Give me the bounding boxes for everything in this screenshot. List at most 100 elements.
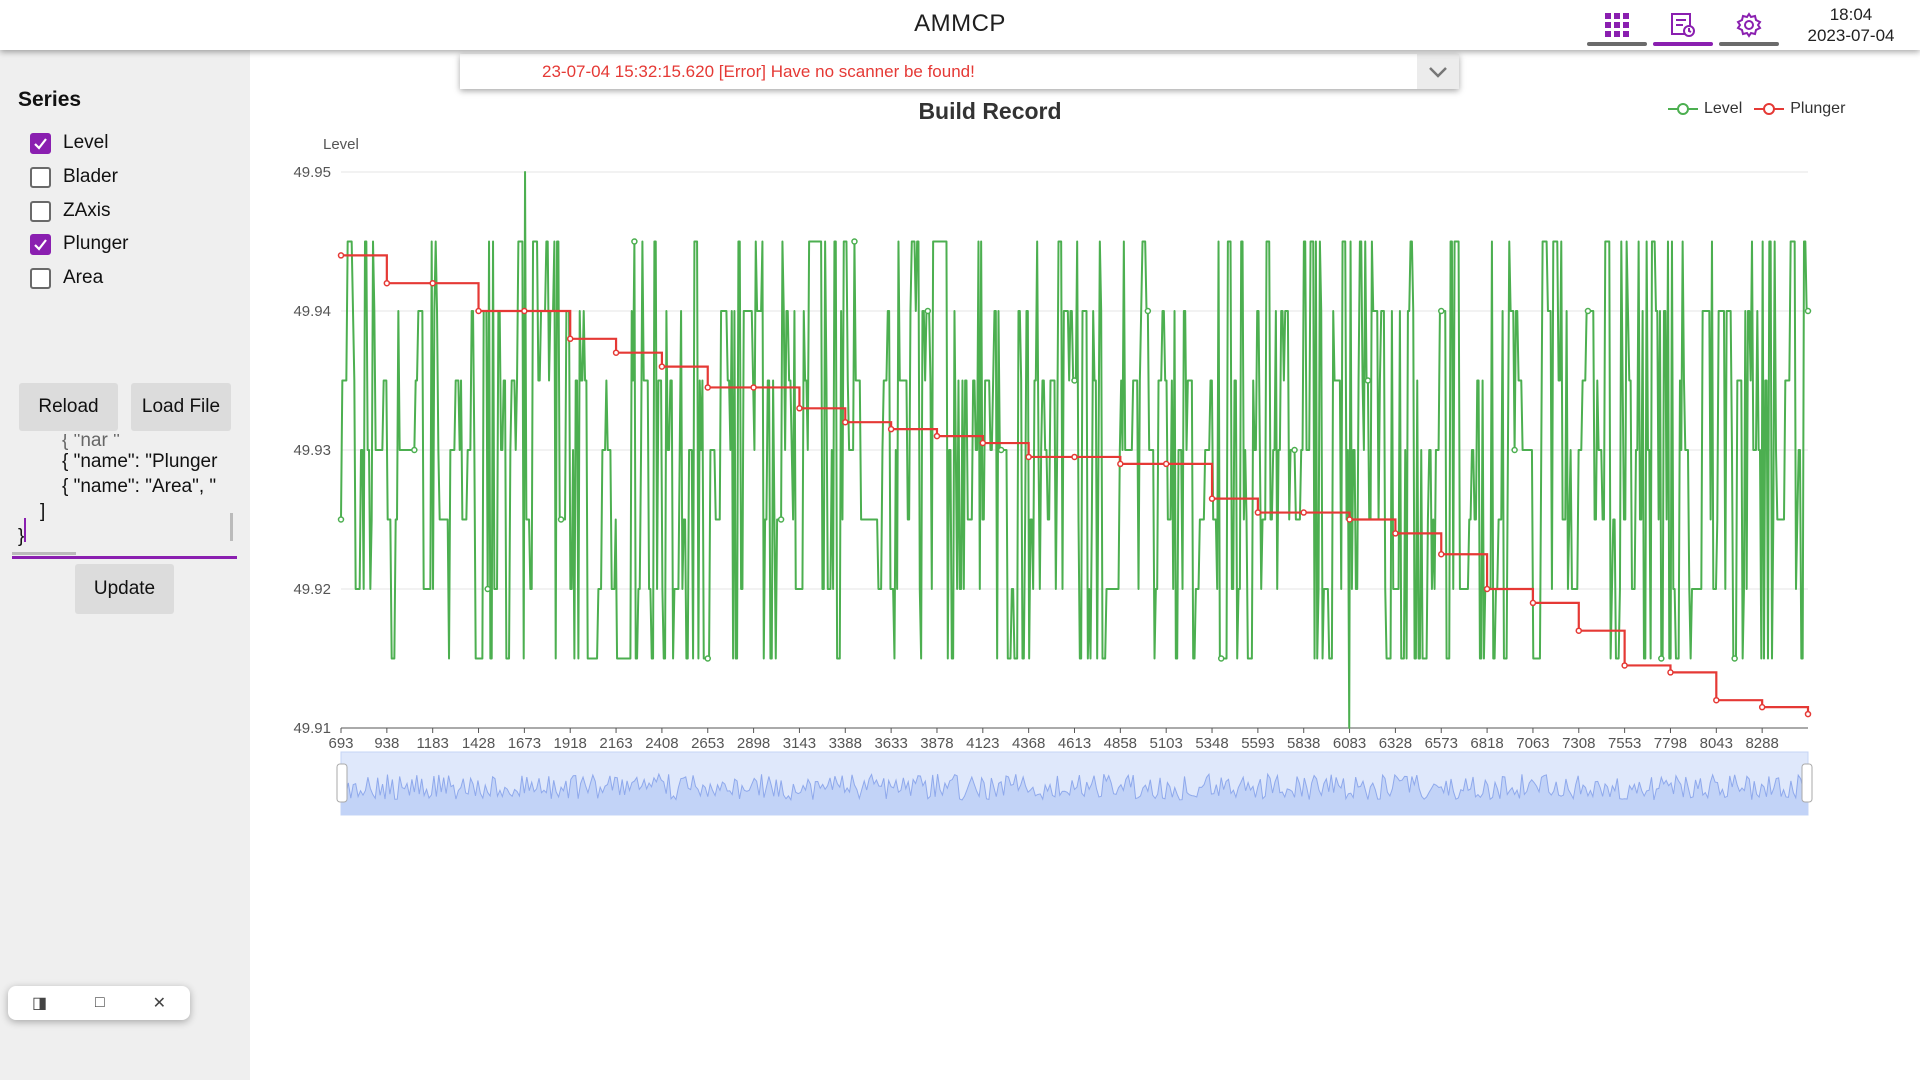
x-tick-label: 3143 (783, 735, 816, 752)
x-tick-label: 4368 (1012, 735, 1045, 752)
x-tick-label: 7553 (1608, 735, 1641, 752)
x-tick-label: 6573 (1425, 735, 1458, 752)
level-data-point (1144, 307, 1152, 315)
plunger-data-point (1392, 530, 1399, 537)
plunger-data-point (1300, 509, 1307, 516)
plunger-data-point (1162, 460, 1170, 468)
level-data-point (1658, 655, 1665, 662)
nav-settings-button[interactable] (1719, 4, 1779, 46)
y-tick-label: 49.94 (293, 303, 331, 320)
x-tick-label: 8288 (1745, 735, 1778, 752)
x-tick-label: 7798 (1654, 735, 1687, 752)
y-axis-label: Level (323, 136, 359, 153)
y-tick-label: 49.91 (293, 720, 331, 737)
level-data-point (704, 655, 711, 662)
chevron-down-icon (1429, 66, 1447, 78)
clock: 18:04 2023-07-04 (1796, 4, 1906, 46)
plunger-data-point (1346, 516, 1353, 523)
error-expand-button[interactable] (1417, 54, 1459, 89)
plunger-data-point (887, 425, 895, 433)
y-tick-label: 49.93 (293, 442, 331, 459)
x-tick-label: 6083 (1333, 735, 1366, 752)
level-data-point (337, 516, 345, 523)
plunger-data-point (1621, 662, 1628, 669)
y-tick-label: 49.95 (293, 164, 331, 181)
plunger-data-point (612, 349, 620, 356)
nav-grid-indicator (1587, 42, 1647, 46)
x-tick-label: 5838 (1287, 735, 1320, 752)
navigator-left-handle[interactable] (336, 763, 348, 803)
title-bar: AMMCP 18:04 2023-07-04 (0, 0, 1920, 50)
x-tick-label: 3633 (874, 735, 907, 752)
level-data-point (997, 446, 1005, 454)
x-tick-label: 4613 (1058, 735, 1091, 752)
nav-settings-indicator (1719, 42, 1779, 46)
x-tick-label: 6818 (1470, 735, 1503, 752)
x-tick-label: 3388 (829, 735, 862, 752)
plunger-data-point (337, 252, 345, 259)
x-tick-label: 5103 (1150, 735, 1183, 752)
x-tick-label: 2408 (645, 735, 678, 752)
nav-records-indicator (1653, 42, 1713, 46)
x-tick-label: 8043 (1700, 735, 1733, 752)
plunger-data-point (658, 363, 666, 370)
plunger-data-point (750, 384, 757, 391)
plunger-data-point (1025, 453, 1032, 461)
nav-records-button[interactable] (1653, 4, 1713, 46)
x-tick-label: 5593 (1241, 735, 1274, 752)
plunger-data-point (1667, 669, 1674, 676)
plunger-data-point (566, 335, 574, 343)
plunger-data-point (383, 279, 391, 287)
level-data-point (1217, 655, 1225, 662)
nav-grid-button[interactable] (1587, 4, 1647, 46)
x-tick-label: 3878 (920, 735, 953, 752)
level-data-point (484, 585, 491, 593)
level-data-point (557, 516, 565, 523)
plunger-data-point (1071, 453, 1078, 461)
level-data-point (631, 238, 638, 245)
error-banner: 23-07-04 15:32:15.620 [Error] Have no sc… (460, 54, 1459, 89)
x-tick-label: 6328 (1379, 735, 1412, 752)
x-tick-label: 1673 (508, 735, 541, 752)
x-tick-label: 1918 (554, 735, 587, 752)
navigator-right-handle[interactable] (1801, 763, 1813, 803)
record-list-icon (1671, 13, 1695, 37)
level-data-point (924, 307, 932, 315)
y-tick-label: 49.92 (293, 581, 331, 598)
plunger-data-point (979, 439, 987, 447)
x-tick-label: 4858 (1104, 735, 1137, 752)
x-tick-label: 2898 (737, 735, 770, 752)
gear-icon (1736, 12, 1762, 38)
x-tick-label: 1428 (462, 735, 495, 752)
plunger-data-point (1483, 585, 1491, 593)
plunger-data-point (704, 384, 711, 391)
plunger-data-point (1575, 627, 1583, 634)
clock-time: 18:04 (1829, 5, 1873, 24)
x-tick-label: 2653 (691, 735, 724, 752)
x-tick-label: 2163 (599, 735, 632, 752)
level-data-point (1511, 446, 1518, 454)
plunger-data-point (1804, 710, 1812, 718)
grid-icon (1605, 13, 1629, 37)
error-message: 23-07-04 15:32:15.620 [Error] Have no sc… (542, 62, 975, 81)
plunger-data-point (933, 432, 941, 440)
plunger-data-point (1758, 703, 1766, 711)
plunger-data-point (1117, 460, 1124, 468)
chart-plot-area[interactable]: 49.95 49.94 49.93 49.92 49.91 Level 693 938 1183… (0, 0, 1920, 1080)
level-data-point (1364, 377, 1372, 384)
plunger-data-point (842, 418, 849, 426)
level-data-point (1438, 307, 1445, 315)
level-data-point (1584, 307, 1592, 315)
x-tick-label: 5348 (1195, 735, 1228, 752)
level-data-point (777, 516, 785, 523)
plunger-data-point (1529, 599, 1537, 607)
x-tick-label: 693 (328, 735, 353, 752)
level-data-point (1071, 377, 1078, 384)
level-data-point (1291, 446, 1298, 454)
level-data-point (1804, 307, 1812, 315)
plunger-data-point (1208, 495, 1216, 502)
plunger-data-point (796, 405, 803, 412)
x-tick-label: 7063 (1516, 735, 1549, 752)
plunger-data-point (429, 279, 436, 287)
plunger-data-point (1713, 696, 1720, 704)
